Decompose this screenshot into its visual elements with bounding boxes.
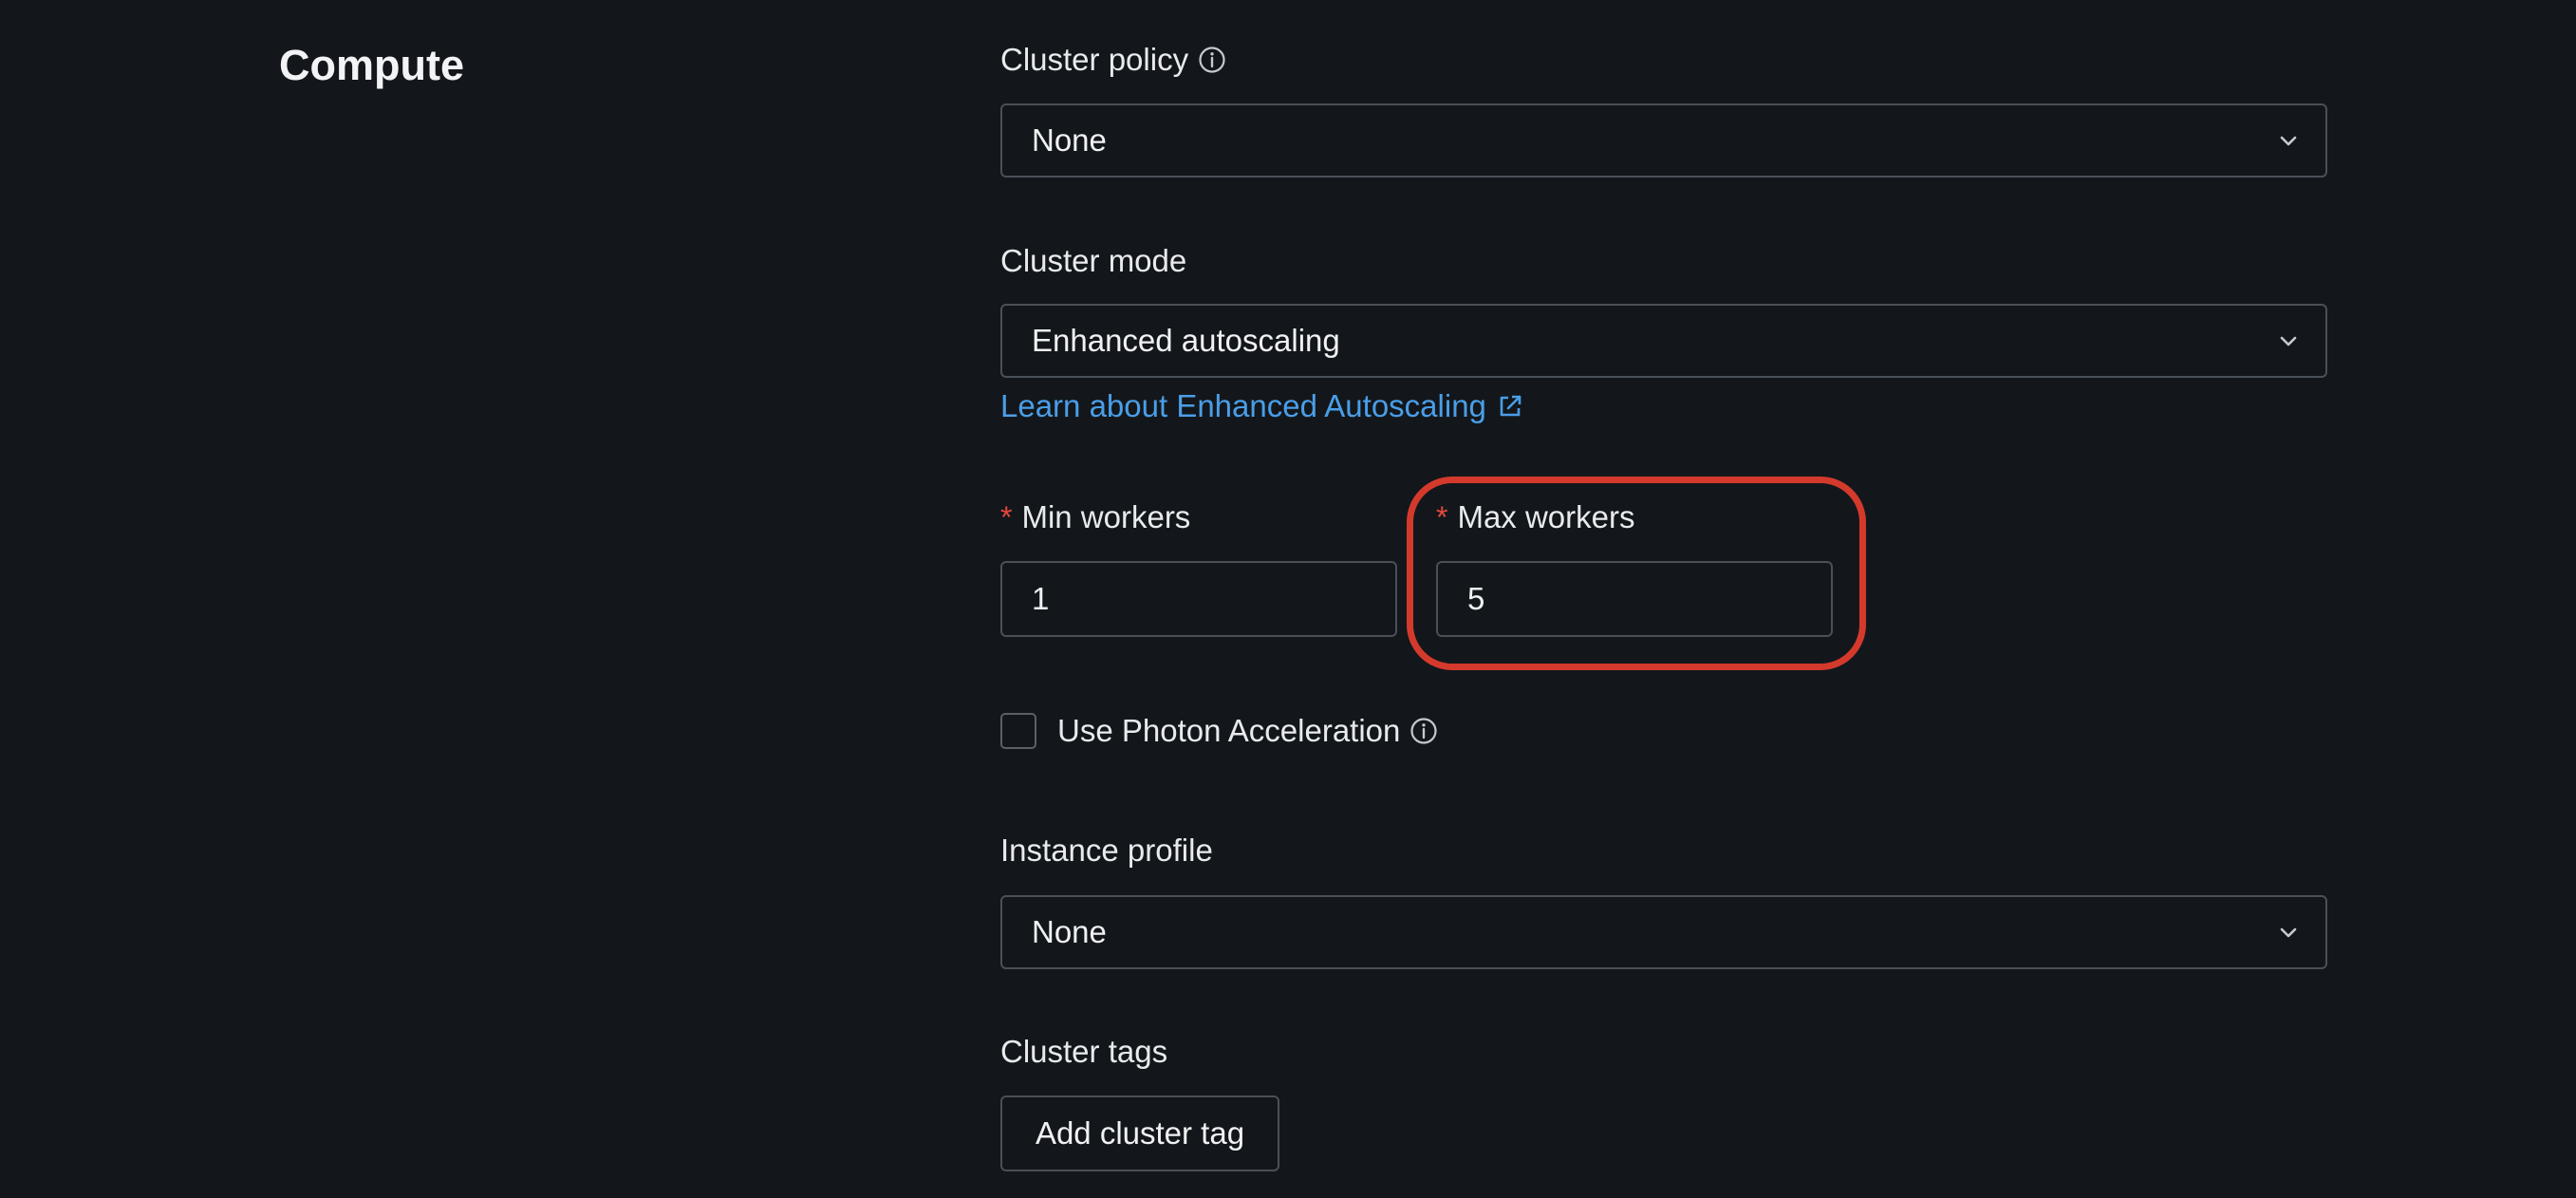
min-workers-input[interactable] — [1000, 561, 1397, 637]
instance-profile-select[interactable]: None — [1000, 895, 2327, 969]
section-title: Compute — [279, 41, 464, 89]
enhanced-autoscaling-link-text: Learn about Enhanced Autoscaling — [1000, 388, 1486, 423]
cluster-mode-label-text: Cluster mode — [1000, 243, 1187, 278]
photon-label[interactable]: Use Photon Acceleration — [1057, 713, 1438, 749]
max-workers-label: * Max workers — [1436, 498, 1634, 536]
min-workers-label: * Min workers — [1000, 498, 1190, 536]
add-cluster-tag-button[interactable]: Add cluster tag — [1000, 1095, 1279, 1171]
cluster-tags-label-text: Cluster tags — [1000, 1034, 1168, 1069]
instance-profile-label: Instance profile — [1000, 832, 1213, 870]
enhanced-autoscaling-link[interactable]: Learn about Enhanced Autoscaling — [1000, 387, 1524, 425]
info-icon[interactable] — [1198, 46, 1226, 74]
photon-checkbox[interactable] — [1000, 713, 1036, 749]
chevron-down-icon — [2280, 136, 2297, 146]
cluster-policy-value: None — [1032, 122, 1107, 158]
cluster-policy-label: Cluster policy — [1000, 41, 1226, 79]
photon-checkbox-row: Use Photon Acceleration — [1000, 713, 1438, 749]
instance-profile-label-text: Instance profile — [1000, 833, 1213, 868]
cluster-tags-label: Cluster tags — [1000, 1033, 1167, 1071]
max-workers-label-text: Max workers — [1457, 499, 1635, 534]
cluster-policy-select[interactable]: None — [1000, 103, 2327, 178]
instance-profile-value: None — [1032, 914, 1107, 949]
cluster-policy-label-text: Cluster policy — [1000, 42, 1189, 77]
required-marker: * — [1436, 500, 1448, 534]
max-workers-input[interactable] — [1436, 561, 1833, 637]
chevron-down-icon — [2280, 336, 2297, 346]
min-workers-label-text: Min workers — [1021, 499, 1191, 534]
chevron-down-icon — [2280, 927, 2297, 938]
info-icon[interactable] — [1409, 717, 1438, 745]
cluster-mode-value: Enhanced autoscaling — [1032, 323, 1340, 358]
cluster-mode-select[interactable]: Enhanced autoscaling — [1000, 304, 2327, 378]
external-link-icon — [1500, 395, 1521, 417]
photon-label-text: Use Photon Acceleration — [1057, 713, 1401, 748]
cluster-mode-label: Cluster mode — [1000, 242, 1186, 280]
required-marker: * — [1000, 500, 1013, 534]
